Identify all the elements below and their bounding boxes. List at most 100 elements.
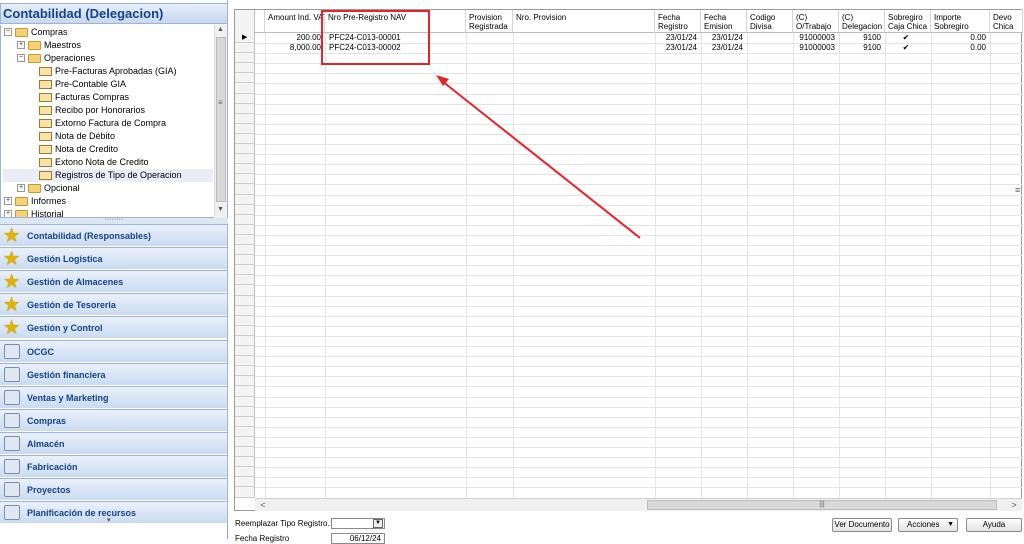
column-header[interactable]: [255, 10, 265, 33]
tree-node[interactable]: − Operaciones: [3, 52, 213, 65]
row-header[interactable]: [235, 306, 255, 316]
tree-node[interactable]: Recibo por Honorarios: [3, 104, 213, 117]
tree-node[interactable]: + Informes: [3, 195, 213, 208]
row-header[interactable]: [235, 407, 255, 417]
checkmark-icon[interactable]: ✔: [885, 43, 927, 53]
column-header[interactable]: Amount Ind. VAT: [265, 10, 325, 33]
row-header[interactable]: [235, 63, 255, 74]
grid-cell[interactable]: 9100: [839, 43, 881, 53]
row-header[interactable]: [235, 84, 255, 94]
tree-node[interactable]: Pre-Contable GIA: [3, 78, 213, 91]
checkmark-icon[interactable]: ✔: [885, 33, 927, 43]
row-header[interactable]: [235, 134, 255, 144]
grid-cell[interactable]: 23/01/24: [655, 33, 697, 43]
row-header[interactable]: ▶: [235, 33, 255, 43]
grid-cell[interactable]: 23/01/24: [655, 43, 697, 53]
row-header[interactable]: [235, 447, 255, 458]
grid-cell[interactable]: PFC24-C013-00002: [329, 43, 462, 53]
row-header[interactable]: [235, 316, 255, 326]
acciones-button[interactable]: Acciones ▼: [898, 518, 958, 532]
grid-cell[interactable]: 23/01/24: [701, 43, 743, 53]
row-header[interactable]: [235, 387, 255, 397]
row-header[interactable]: [235, 124, 255, 134]
row-header[interactable]: [235, 336, 255, 346]
row-header[interactable]: [235, 457, 255, 468]
grid-cell[interactable]: PFC24-C013-00001: [329, 33, 462, 43]
grid-cell[interactable]: 9100: [839, 33, 881, 43]
chevron-down-icon[interactable]: ▼: [373, 519, 383, 528]
horizontal-scrollbar[interactable]: < ||| >: [255, 498, 1022, 511]
module-button[interactable]: Planificación de recursos: [0, 501, 228, 524]
row-header[interactable]: [235, 235, 255, 245]
row-header[interactable]: [235, 205, 255, 215]
module-button[interactable]: Gestión financiera: [0, 362, 228, 385]
column-header[interactable]: Sobregiro Caja Chica: [885, 10, 931, 33]
row-header[interactable]: [235, 397, 255, 407]
horizontal-scroll-thumb[interactable]: |||: [647, 500, 997, 510]
module-button[interactable]: ★ Gestión de Almacenes: [0, 270, 228, 293]
row-header[interactable]: [235, 356, 255, 367]
more-modules-icon[interactable]: ▾: [107, 516, 111, 524]
module-button[interactable]: OCGC: [0, 339, 228, 362]
module-button[interactable]: Proyectos: [0, 478, 228, 501]
ayuda-button[interactable]: Ayuda: [966, 518, 1022, 532]
expand-icon[interactable]: +: [4, 210, 12, 217]
collapse-icon[interactable]: −: [17, 54, 25, 62]
module-button[interactable]: Fabricación: [0, 455, 228, 477]
expand-icon[interactable]: +: [17, 41, 25, 49]
row-header[interactable]: [235, 265, 255, 276]
row-header[interactable]: [235, 154, 255, 165]
row-header[interactable]: [235, 427, 255, 437]
row-header[interactable]: [235, 185, 255, 195]
tree-node[interactable]: − Compras: [3, 26, 213, 39]
module-button[interactable]: ★ Gestión y Control: [0, 316, 228, 339]
scroll-right-icon[interactable]: >: [1008, 499, 1020, 511]
scroll-left-icon[interactable]: <: [257, 499, 269, 511]
grid-cell[interactable]: 91000003: [793, 43, 835, 53]
tree-node[interactable]: Nota de Credito: [3, 143, 213, 156]
tree-scrollbar[interactable]: ▲ ≡ ▼: [214, 25, 227, 218]
column-header[interactable]: (C) O/Trabajo: [793, 10, 839, 33]
row-header[interactable]: [235, 477, 255, 488]
column-header[interactable]: Devo Chica: [990, 10, 1023, 33]
row-header[interactable]: [235, 346, 255, 357]
row-header[interactable]: [235, 114, 255, 124]
module-button[interactable]: Ventas y Marketing: [0, 385, 228, 408]
expand-icon[interactable]: +: [4, 197, 12, 205]
grid-cell[interactable]: 23/01/24: [701, 33, 743, 43]
row-header[interactable]: [235, 225, 255, 235]
row-header[interactable]: [235, 94, 255, 104]
module-button[interactable]: ★ Gestión de Tesoreria: [0, 293, 228, 316]
row-header[interactable]: [235, 286, 255, 296]
column-header[interactable]: Fecha Registro: [655, 10, 701, 33]
row-header[interactable]: [235, 164, 255, 175]
row-header[interactable]: [235, 296, 255, 306]
column-header[interactable]: Nro Pre-Registro NAV: [325, 10, 466, 33]
tree-node[interactable]: + Maestros: [3, 39, 213, 52]
records-grid[interactable]: ▶ Amount Ind. VAT Nro Pre-Registro NAV Pro…: [234, 9, 1023, 511]
grid-cell[interactable]: 0.00: [931, 43, 986, 53]
module-button[interactable]: Compras: [0, 408, 228, 431]
column-header[interactable]: Fecha Emision: [701, 10, 747, 33]
row-header[interactable]: [235, 144, 255, 155]
row-header[interactable]: [235, 53, 255, 64]
row-header[interactable]: [235, 215, 255, 225]
row-header[interactable]: [235, 43, 255, 54]
ver-documento-button[interactable]: Ver Documento: [832, 518, 892, 532]
module-button[interactable]: Almacén: [0, 431, 228, 454]
grid-cell[interactable]: 91000003: [793, 33, 835, 43]
column-header[interactable]: (C) Delegacion: [839, 10, 885, 33]
grid-cell[interactable]: 0.00: [931, 33, 986, 43]
vertical-splitter-grip[interactable]: ≡: [1015, 185, 1020, 195]
row-header[interactable]: [235, 417, 255, 427]
row-header[interactable]: [235, 174, 255, 185]
row-header[interactable]: [235, 245, 255, 256]
grid-cell[interactable]: 8,000.00: [265, 43, 321, 53]
tree-node[interactable]: + Opcional: [3, 182, 213, 195]
row-header[interactable]: [235, 275, 255, 286]
scroll-up-icon[interactable]: ▲: [217, 26, 224, 33]
row-header[interactable]: [235, 326, 255, 336]
collapse-icon[interactable]: −: [4, 28, 12, 36]
column-header[interactable]: Nro. Provision: [513, 10, 655, 33]
row-header[interactable]: [235, 104, 255, 114]
